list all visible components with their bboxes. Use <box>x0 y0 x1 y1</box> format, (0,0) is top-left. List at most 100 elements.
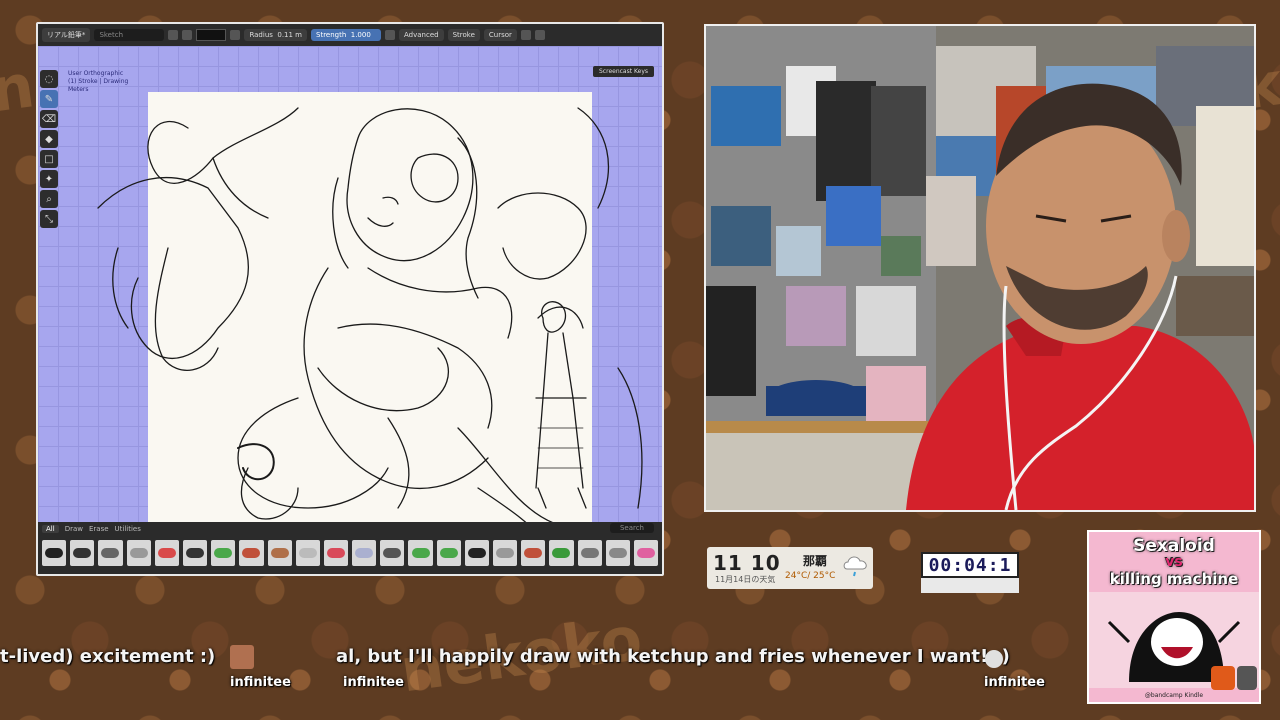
brush-settings-icon[interactable] <box>182 30 193 40</box>
menu-stroke[interactable]: Stroke <box>447 29 480 41</box>
brush-stroke-icon <box>524 548 543 558</box>
brush-thumbnail[interactable] <box>436 540 461 566</box>
pressure-icon[interactable] <box>385 30 396 40</box>
brush-stroke-icon <box>496 548 515 558</box>
eyedropper-tool-icon[interactable]: ⌕ <box>40 190 58 208</box>
drawing-viewport[interactable]: ◌ ✎ ⌫ ◆ □ ✦ ⌕ ⤡ User Orthographic (1) St… <box>38 46 662 544</box>
album-title-line2: killing machine <box>1109 570 1239 588</box>
layer-text: (1) Stroke | Drawing <box>68 78 129 85</box>
brush-thumbnail[interactable] <box>98 540 123 566</box>
album-credit: @bandcamp Kindle <box>1144 692 1204 699</box>
view-mode-text: User Orthographic <box>68 70 124 77</box>
brush-thumbnail[interactable] <box>493 540 518 566</box>
chat-avatar <box>985 650 1003 668</box>
chat-username: infinitee <box>343 675 404 690</box>
kindle-logo-icon <box>1237 666 1257 690</box>
clock-weather-widget: 11 10 11月14日の天気 那覇 24°C/ 25°C <box>707 547 873 589</box>
bandcamp-logo-icon <box>1211 666 1235 690</box>
tab-utilities[interactable]: Utilities <box>115 525 141 533</box>
brush-stroke-icon <box>326 548 345 558</box>
brush-thumbnail[interactable] <box>70 540 95 566</box>
brush-thumbnail[interactable] <box>239 540 264 566</box>
brush-thumbnail[interactable] <box>521 540 546 566</box>
brush-thumbnail[interactable] <box>549 540 574 566</box>
brush-stroke-icon <box>101 548 120 558</box>
tab-draw[interactable]: Draw <box>65 525 83 533</box>
menu-advanced[interactable]: Advanced <box>399 29 444 41</box>
brush-asset-shelf: All Draw Erase Utilities Search <box>38 522 662 574</box>
strength-field[interactable]: Strength 1.000 <box>311 29 382 41</box>
webcam-feed <box>704 24 1256 512</box>
stream-timer: 00:04:1 <box>921 552 1019 578</box>
viewport-info: User Orthographic (1) Stroke | Drawing M… <box>68 70 128 94</box>
strength-value: 1.000 <box>350 31 371 39</box>
brush-stroke-icon <box>214 548 233 558</box>
brush-stroke-icon <box>355 548 374 558</box>
brush-thumbnail[interactable] <box>126 540 151 566</box>
color-swatch[interactable] <box>196 29 227 41</box>
pencil-sketch <box>97 107 643 544</box>
brush-thumbnail[interactable] <box>633 540 659 566</box>
brush-thumbnail[interactable] <box>211 540 236 566</box>
brush-thumbnail[interactable] <box>352 540 377 566</box>
fill-tool-icon[interactable]: ◆ <box>40 130 58 148</box>
tool-shelf: ◌ ✎ ⌫ ◆ □ ✦ ⌕ ⤡ <box>40 70 60 228</box>
brush-thumbnail[interactable] <box>408 540 433 566</box>
menu-cursor[interactable]: Cursor <box>483 29 517 41</box>
weather-city: 那覇 <box>803 554 828 568</box>
brush-stroke-icon <box>242 548 261 558</box>
brush-list <box>38 536 662 570</box>
timer-underlay <box>921 578 1019 593</box>
radius-field[interactable]: Radius 0.11 m <box>244 29 308 41</box>
radius-value: 0.11 m <box>277 31 303 39</box>
brush-thumbnail[interactable] <box>380 540 405 566</box>
draw-tool-icon[interactable]: ✎ <box>40 90 58 108</box>
blender-window: リアル鉛筆* Sketch Radius 0.11 m Strength 1.0… <box>36 22 664 576</box>
asset-search-input[interactable]: Search <box>609 523 654 533</box>
color-picker-icon[interactable] <box>230 30 241 40</box>
transform-tool-icon[interactable]: ⤡ <box>40 210 58 228</box>
screencast-keys-button[interactable]: Screencast Keys <box>593 66 654 77</box>
brush-stroke-icon <box>552 548 571 558</box>
brush-thumbnail[interactable] <box>295 540 320 566</box>
chat-message: t-lived) excitement :) <box>0 646 216 667</box>
album-art: Sexaloid vs killing machine @bandcamp Ki… <box>1087 530 1261 704</box>
gizmo-icon[interactable] <box>534 30 545 40</box>
tint-tool-icon[interactable]: ✦ <box>40 170 58 188</box>
webcam-image <box>706 26 1254 510</box>
brush-stroke-icon <box>411 548 430 558</box>
chat-username: infinitee <box>984 675 1045 690</box>
strength-label: Strength <box>316 31 347 39</box>
pin-icon[interactable] <box>168 30 179 40</box>
shape-tool-icon[interactable]: □ <box>40 150 58 168</box>
brush-stroke-icon <box>298 548 317 558</box>
brush-mode-dropdown[interactable]: リアル鉛筆* <box>42 28 91 42</box>
brush-search-input[interactable]: Sketch <box>94 29 165 41</box>
select-tool-icon[interactable]: ◌ <box>40 70 58 88</box>
tool-header: リアル鉛筆* Sketch Radius 0.11 m Strength 1.0… <box>38 24 662 46</box>
chat-avatar <box>230 645 254 669</box>
album-title-line1: Sexaloid <box>1133 536 1215 556</box>
overlay-icon[interactable] <box>520 30 531 40</box>
brush-thumbnail[interactable] <box>182 540 208 566</box>
brush-thumbnail[interactable] <box>464 540 489 566</box>
brush-stroke-icon <box>270 548 289 558</box>
tab-all[interactable]: All <box>42 525 59 533</box>
brush-thumbnail[interactable] <box>323 540 349 566</box>
radius-label: Radius <box>249 31 273 39</box>
brush-thumbnail[interactable] <box>267 540 292 566</box>
brush-stroke-icon <box>186 548 205 558</box>
brush-thumbnail[interactable] <box>605 540 630 566</box>
brush-stroke-icon <box>637 548 656 558</box>
brush-thumbnail[interactable] <box>577 540 602 566</box>
weather-date: 11月14日の天気 <box>715 575 776 584</box>
erase-tool-icon[interactable]: ⌫ <box>40 110 58 128</box>
album-title-vs: vs <box>1165 554 1183 570</box>
brush-stroke-icon <box>439 548 458 558</box>
brush-stroke-icon <box>580 548 599 558</box>
brush-stroke-icon <box>467 548 486 558</box>
chat-username: infinitee <box>230 675 291 690</box>
tab-erase[interactable]: Erase <box>89 525 109 533</box>
brush-thumbnail[interactable] <box>154 540 179 566</box>
brush-thumbnail[interactable] <box>42 540 67 566</box>
